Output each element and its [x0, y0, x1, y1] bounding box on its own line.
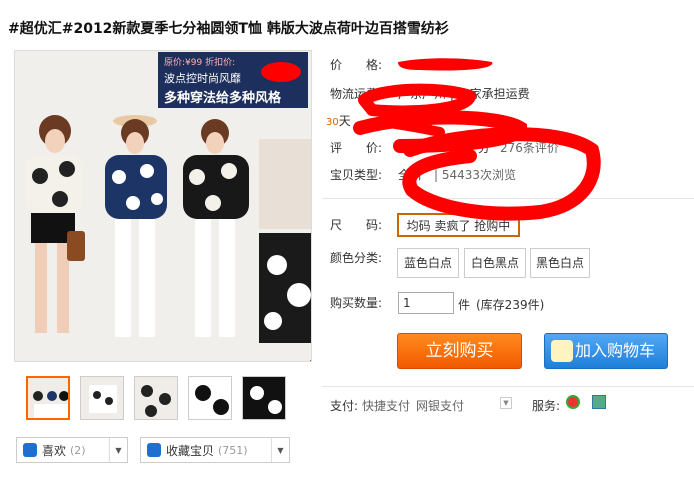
- sales-count: 562 件: [397, 112, 436, 129]
- thumbnail-3[interactable]: [134, 376, 178, 420]
- thumbnail-strip: [26, 376, 286, 420]
- favorite-icon: [147, 443, 161, 457]
- thumbnail-image-3: [141, 385, 171, 417]
- size-option-onesize[interactable]: 均码 卖疯了 抢购中: [397, 213, 520, 237]
- promo-banner: 原价:¥99 折扣价: 波点控时尚风靡 多种穿法给多种风格: [158, 52, 308, 108]
- favorite-dropdown-icon[interactable]: ▼: [271, 438, 289, 462]
- quantity-input[interactable]: 1: [398, 292, 454, 314]
- size-label: 尺 码:: [330, 218, 383, 232]
- shipping-label: 物流运费:: [330, 87, 383, 101]
- color-option-blue-white-dot[interactable]: 蓝色白点: [397, 248, 459, 278]
- banner-line-3: 多种穿法给多种风格: [164, 91, 282, 106]
- color-label: 颜色分类:: [330, 251, 383, 265]
- banner-line-2: 波点控时尚风靡: [164, 72, 241, 85]
- original-price: 原价:¥99: [164, 58, 203, 68]
- sales-days-unit: 天: [338, 114, 351, 128]
- like-button[interactable]: 喜欢 (2) ▼: [16, 437, 128, 463]
- like-dropdown-icon[interactable]: ▼: [109, 438, 127, 462]
- heart-icon: [23, 443, 37, 457]
- favorite-button[interactable]: 收藏宝贝 (751) ▼: [140, 437, 290, 463]
- payment-option-bank[interactable]: 网银支付: [416, 397, 464, 414]
- divider-bottom: [322, 386, 694, 387]
- product-title: #超优汇#2012新款夏季七分袖圆领T恤 韩版大波点荷叶边百搭雪纺衫: [8, 21, 449, 37]
- price-label: 价 格:: [330, 58, 383, 72]
- thumbnail-image-1: [33, 391, 68, 418]
- service-guarantee-icon[interactable]: [566, 395, 580, 409]
- thumbnail-image-5: [243, 377, 285, 419]
- stock-text: (库存239件): [476, 298, 545, 312]
- quantity-unit: 件: [458, 298, 471, 312]
- type-label: 宝贝类型:: [330, 168, 383, 182]
- service-invoice-icon[interactable]: [592, 395, 606, 409]
- payment-dropdown-icon[interactable]: ▼: [500, 397, 512, 409]
- thumbnail-2[interactable]: [80, 376, 124, 420]
- view-count: | 54433次浏览: [434, 168, 517, 182]
- rating-score-unit: 分: [478, 141, 491, 155]
- view-count-value: 54433次浏览: [441, 168, 517, 182]
- color-option-black-white-dot[interactable]: 黑色白点: [530, 248, 590, 278]
- divider-top: [322, 198, 694, 199]
- thumbnail-4[interactable]: [188, 376, 232, 420]
- payment-label: 支付:: [330, 399, 359, 413]
- rating-label: 评 价:: [330, 141, 383, 155]
- discount-price-label: 折扣价:: [205, 58, 236, 68]
- sales-count-unit: 件: [423, 114, 436, 128]
- sales-count-value: 562: [397, 114, 420, 128]
- item-condition: 全新: [398, 168, 423, 182]
- like-count: (2): [70, 443, 86, 457]
- favorite-count: (751): [218, 443, 248, 457]
- sales-period: 30天: [326, 112, 351, 129]
- sales-days: 30: [326, 117, 339, 128]
- thumbnail-5[interactable]: [242, 376, 286, 420]
- quantity-label: 购买数量:: [330, 296, 383, 310]
- color-option-white-black-dot[interactable]: 白色黑点: [464, 248, 526, 278]
- cart-icon: [551, 340, 573, 362]
- thumbnail-1[interactable]: [26, 376, 70, 420]
- like-label: 喜欢: [42, 443, 67, 458]
- shipping-value: 广东广州 | 卖家承担运费: [398, 87, 530, 101]
- favorite-label: 收藏宝贝: [166, 443, 215, 458]
- add-to-cart-label: 加入购物车: [575, 341, 656, 360]
- add-to-cart-button[interactable]: 加入购物车: [544, 333, 668, 369]
- rating-count[interactable]: 276条评价: [500, 139, 559, 156]
- service-label: 服务:: [532, 399, 561, 413]
- buy-now-button[interactable]: 立刻购买: [397, 333, 522, 369]
- thumbnail-image-2: [89, 385, 117, 413]
- payment-option-quick[interactable]: 快捷支付: [362, 397, 410, 414]
- thumbnail-image-4: [189, 377, 231, 419]
